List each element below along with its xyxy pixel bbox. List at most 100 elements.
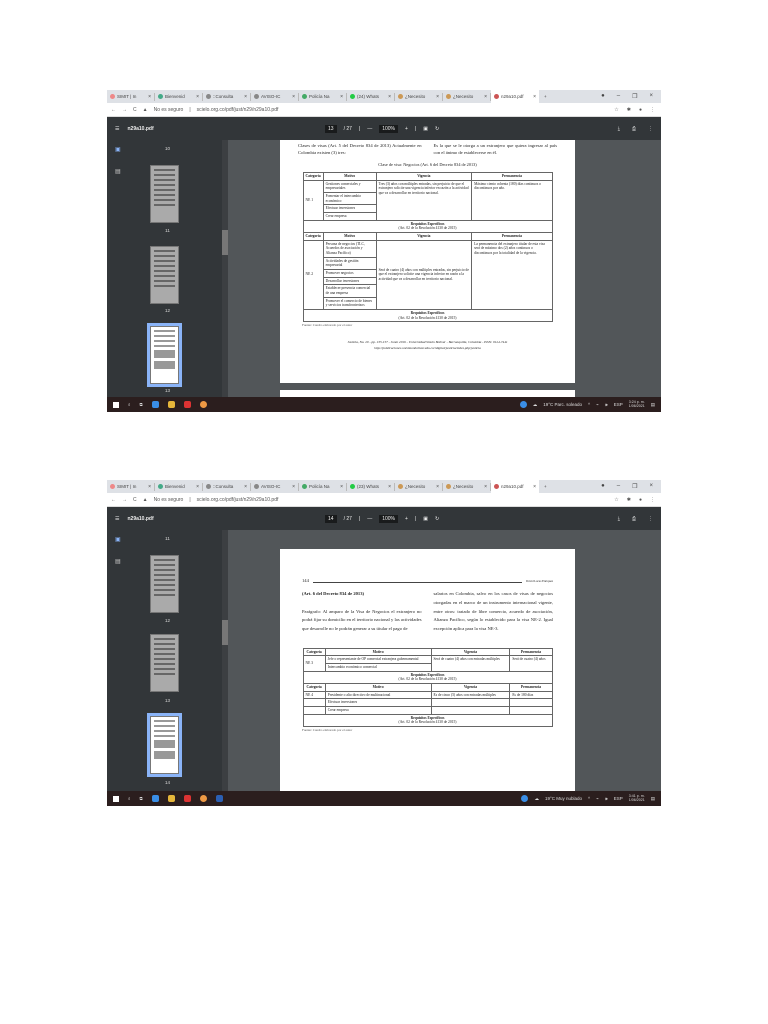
edge-icon[interactable]: [151, 401, 159, 408]
page-input[interactable]: 13: [325, 124, 337, 133]
close-icon[interactable]: ×: [436, 484, 439, 490]
hamburger-icon[interactable]: ☰: [115, 516, 119, 522]
reload-icon[interactable]: C: [133, 107, 137, 113]
tab[interactable]: SIMIT | In ×: [107, 92, 155, 101]
page-input[interactable]: 14: [325, 514, 337, 523]
tab[interactable]: ¿Necesito ×: [443, 92, 491, 101]
close-icon[interactable]: ×: [244, 484, 247, 490]
tab[interactable]: Bienvenid ×: [155, 482, 203, 491]
close-icon[interactable]: ×: [388, 94, 391, 100]
close-icon[interactable]: ×: [148, 94, 151, 100]
tray-chevron-icon[interactable]: ^: [588, 796, 590, 801]
app-icon[interactable]: [519, 401, 527, 408]
page-thumbnail[interactable]: [150, 246, 179, 304]
close-icon[interactable]: ×: [533, 94, 536, 100]
warning-icon[interactable]: ▲: [143, 497, 148, 503]
rotate-icon[interactable]: ↻: [435, 126, 439, 132]
weather-text[interactable]: 19°C Parc. soleado: [543, 402, 582, 407]
close-icon[interactable]: ×: [244, 94, 247, 100]
profile-icon[interactable]: ●: [601, 483, 605, 490]
zoom-input[interactable]: 100%: [379, 514, 399, 523]
download-icon[interactable]: ⤓: [618, 126, 620, 132]
tab[interactable]: (24) Whats ×: [347, 92, 395, 101]
more-icon[interactable]: ⋮: [648, 126, 653, 132]
outline-icon[interactable]: ▤: [115, 168, 121, 175]
sidebar-scrollbar[interactable]: [222, 530, 228, 791]
task-view-icon[interactable]: ⧉: [140, 402, 143, 407]
hamburger-icon[interactable]: ☰: [115, 126, 119, 132]
minimize-icon[interactable]: –: [617, 483, 620, 490]
close-icon[interactable]: ×: [292, 484, 295, 490]
extensions-icon[interactable]: ✱: [627, 107, 631, 113]
close-window-icon[interactable]: ×: [649, 483, 653, 490]
close-icon[interactable]: ×: [533, 484, 536, 490]
fit-page-icon[interactable]: ▣: [423, 516, 428, 522]
page-thumbnail-selected[interactable]: [147, 713, 182, 777]
clock[interactable]: 3:41 p. m. 1/06/2021: [629, 794, 645, 803]
tab[interactable]: (23) Whats ×: [347, 482, 395, 491]
file-explorer-icon[interactable]: [167, 401, 175, 408]
star-icon[interactable]: ☆: [614, 107, 618, 113]
search-icon[interactable]: ⌕: [128, 402, 131, 407]
word-icon[interactable]: [215, 795, 223, 802]
close-icon[interactable]: ×: [292, 94, 295, 100]
tab[interactable]: ::Consulta ×: [203, 92, 251, 101]
sidebar-scrollbar[interactable]: [222, 140, 228, 397]
weather-text[interactable]: 19°C Muy nublado: [545, 796, 582, 801]
fit-page-icon[interactable]: ▣: [423, 126, 428, 132]
avatar[interactable]: ●: [639, 107, 642, 113]
profile-icon[interactable]: ●: [601, 93, 605, 100]
tab[interactable]: AVISO-IC ×: [251, 482, 299, 491]
close-icon[interactable]: ×: [484, 484, 487, 490]
url-input[interactable]: scielo.org.co/pdf/just/n29/n29a10.pdf: [197, 107, 279, 113]
network-icon[interactable]: ⌁: [596, 402, 599, 408]
file-explorer-icon[interactable]: [167, 795, 175, 802]
page-thumbnail-selected[interactable]: [147, 323, 182, 387]
app-icon[interactable]: [521, 795, 529, 802]
office-icon[interactable]: [183, 401, 191, 408]
chrome-icon[interactable]: [199, 795, 207, 802]
tab[interactable]: SIMIT | In ×: [107, 482, 155, 491]
office-icon[interactable]: [183, 795, 191, 802]
restore-icon[interactable]: ❐: [632, 483, 637, 490]
close-window-icon[interactable]: ×: [649, 93, 653, 100]
print-icon[interactable]: ⎙: [632, 516, 636, 522]
download-icon[interactable]: ⤓: [618, 516, 620, 522]
page-thumbnail[interactable]: [150, 165, 179, 223]
task-view-icon[interactable]: ⧉: [140, 796, 143, 801]
tab-active[interactable]: n29a10.pdf ×: [491, 90, 539, 103]
search-icon[interactable]: ⌕: [128, 796, 131, 801]
tab[interactable]: ::Consulta ×: [203, 482, 251, 491]
zoom-input[interactable]: 100%: [379, 124, 399, 133]
edge-icon[interactable]: [151, 795, 159, 802]
zoom-in-icon[interactable]: +: [405, 126, 408, 132]
network-icon[interactable]: ⌁: [596, 796, 599, 802]
warning-icon[interactable]: ▲: [143, 107, 148, 113]
minimize-icon[interactable]: –: [617, 93, 620, 100]
close-icon[interactable]: ×: [148, 484, 151, 490]
extensions-icon[interactable]: ✱: [627, 497, 631, 503]
page-thumbnail[interactable]: [150, 555, 179, 613]
tab[interactable]: Policía Na ×: [299, 92, 347, 101]
security-label[interactable]: No es seguro: [154, 107, 184, 113]
volume-icon[interactable]: 🕪: [605, 402, 608, 407]
tab-active[interactable]: n29a10.pdf ×: [491, 480, 539, 493]
menu-icon[interactable]: ⋮: [650, 107, 655, 113]
rotate-icon[interactable]: ↻: [435, 516, 439, 522]
close-icon[interactable]: ×: [196, 484, 199, 490]
close-icon[interactable]: ×: [484, 94, 487, 100]
language-indicator[interactable]: ESP: [614, 402, 623, 407]
tab[interactable]: ¿Necesito ×: [395, 482, 443, 491]
menu-icon[interactable]: ⋮: [650, 497, 655, 503]
url-input[interactable]: scielo.org.co/pdf/just/n29/n29a10.pdf: [197, 497, 279, 503]
forward-icon[interactable]: →: [122, 497, 127, 503]
tab[interactable]: Bienvenid ×: [155, 92, 203, 101]
back-icon[interactable]: ←: [111, 497, 116, 503]
outline-icon[interactable]: ▤: [115, 558, 121, 565]
notifications-icon[interactable]: ▤: [651, 402, 655, 408]
new-tab-icon[interactable]: +: [544, 484, 547, 489]
forward-icon[interactable]: →: [122, 107, 127, 113]
volume-icon[interactable]: 🕪: [605, 796, 608, 801]
reload-icon[interactable]: C: [133, 497, 137, 503]
page-thumbnail[interactable]: [150, 634, 179, 692]
